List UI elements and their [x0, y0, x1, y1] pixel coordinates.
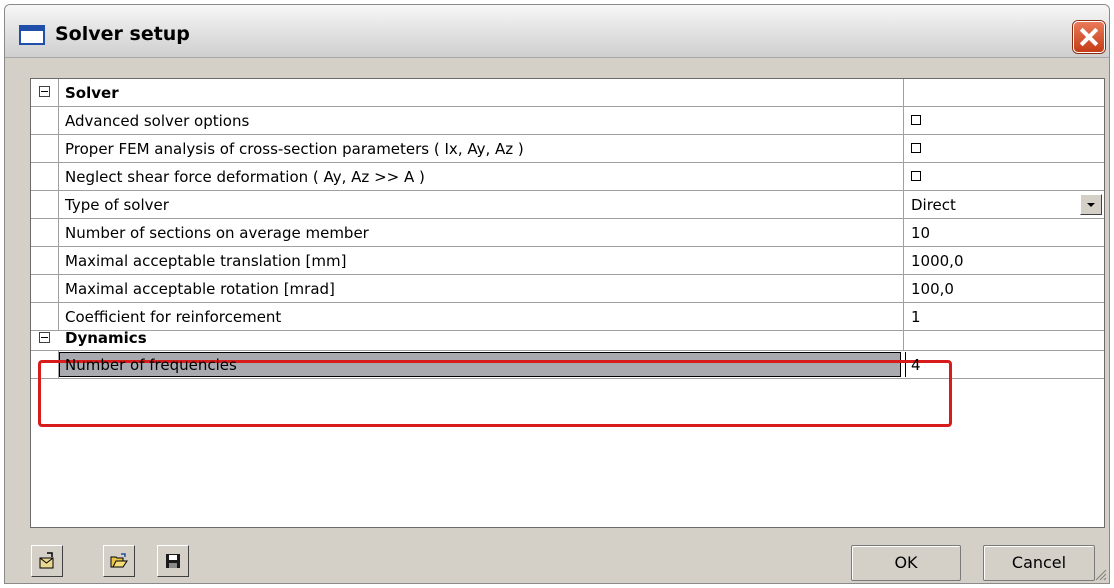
property-row[interactable]: Maximal acceptable translation [mm] 1000…: [31, 247, 1104, 275]
sections-field[interactable]: 10: [911, 224, 930, 242]
property-label: Number of frequencies: [65, 356, 237, 374]
save-button[interactable]: [157, 545, 189, 577]
property-label: Maximal acceptable rotation [mrad]: [65, 280, 335, 298]
translation-field[interactable]: 1000,0: [911, 252, 964, 270]
group-label: Solver: [65, 84, 119, 102]
property-label: Type of solver: [65, 196, 169, 214]
property-row[interactable]: Maximal acceptable rotation [mrad] 100,0: [31, 275, 1104, 303]
frequencies-field[interactable]: 4: [911, 356, 921, 374]
property-row[interactable]: Proper FEM analysis of cross-section par…: [31, 135, 1104, 163]
title-bar[interactable]: Solver setup: [5, 5, 1109, 58]
property-row[interactable]: Coefficient for reinforcement 1: [31, 303, 1104, 331]
open-button[interactable]: [103, 545, 135, 577]
open-folder-icon: [110, 553, 128, 568]
property-row[interactable]: Number of sections on average member 10: [31, 219, 1104, 247]
export-icon: [39, 552, 54, 569]
rotation-field[interactable]: 100,0: [911, 280, 954, 298]
advanced-solver-checkbox[interactable]: [911, 115, 921, 125]
property-label: Maximal acceptable translation [mm]: [65, 252, 347, 270]
group-header-dynamics[interactable]: Dynamics: [31, 329, 1104, 351]
window-title: Solver setup: [55, 23, 190, 45]
property-label: Advanced solver options: [65, 112, 250, 130]
save-icon: [166, 554, 180, 568]
group-label: Dynamics: [65, 329, 147, 347]
solver-setup-window: Solver setup Solver Advanced solver opti…: [4, 4, 1110, 584]
group-header-solver[interactable]: Solver: [31, 79, 1104, 107]
property-label: Neglect shear force deformation ( Ay, Az…: [65, 168, 425, 186]
reinforcement-field[interactable]: 1: [911, 308, 921, 326]
cancel-button[interactable]: Cancel: [983, 545, 1095, 581]
property-row[interactable]: Advanced solver options: [31, 107, 1104, 135]
solver-type-select[interactable]: Direct: [911, 196, 956, 214]
property-row[interactable]: Neglect shear force deformation ( Ay, Az…: [31, 163, 1104, 191]
property-label: Coefficient for reinforcement: [65, 308, 282, 326]
neglect-shear-checkbox[interactable]: [911, 171, 921, 181]
property-row-selected[interactable]: Number of frequencies 4: [31, 351, 1104, 379]
property-grid: Solver Advanced solver options Proper FE…: [30, 78, 1105, 528]
resize-grip-icon[interactable]: [1093, 567, 1107, 581]
property-label: Proper FEM analysis of cross-section par…: [65, 140, 524, 158]
export-button[interactable]: [31, 545, 63, 577]
fem-analysis-checkbox[interactable]: [911, 143, 921, 153]
chevron-down-icon[interactable]: [1080, 194, 1102, 215]
ok-button[interactable]: OK: [851, 545, 961, 581]
property-row[interactable]: Type of solver Direct: [31, 191, 1104, 219]
collapse-icon[interactable]: [39, 86, 50, 97]
window-icon: [19, 25, 45, 45]
property-label: Number of sections on average member: [65, 224, 369, 242]
close-button[interactable]: [1073, 21, 1105, 53]
collapse-icon[interactable]: [39, 332, 50, 343]
